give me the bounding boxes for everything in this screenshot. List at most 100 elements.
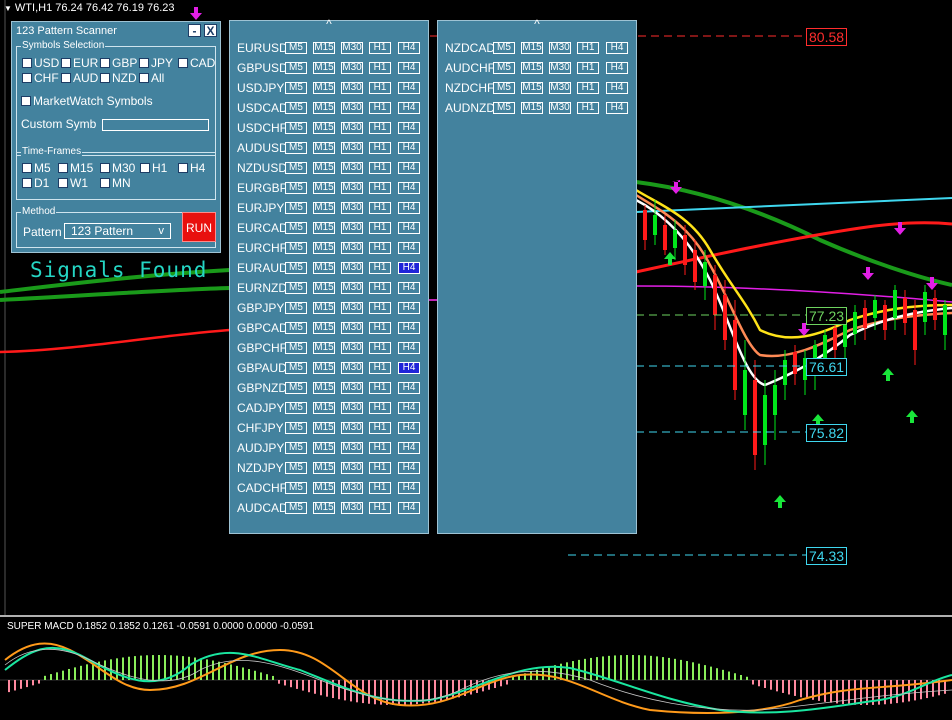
timeframe-button-m15[interactable]: M15 xyxy=(313,402,335,414)
timeframe-button-h1[interactable]: H1 xyxy=(369,422,391,434)
timeframe-button-h4[interactable]: H4 xyxy=(398,42,420,54)
symbol-name[interactable]: GBPUSD xyxy=(237,61,285,75)
symbol-name[interactable]: GBPCHF xyxy=(237,341,285,355)
close-button[interactable]: X xyxy=(204,24,217,38)
symbol-name[interactable]: NZDCAD xyxy=(445,41,493,55)
timeframe-button-m30[interactable]: M30 xyxy=(341,442,363,454)
timeframe-checkbox-w1[interactable] xyxy=(58,178,68,188)
timeframe-button-m15[interactable]: M15 xyxy=(313,262,335,274)
timeframe-button-m15[interactable]: M15 xyxy=(313,302,335,314)
symbol-name[interactable]: GBPCAD xyxy=(237,321,285,335)
symbol-name[interactable]: GBPAUD xyxy=(237,361,285,375)
marketwatch-checkbox[interactable] xyxy=(21,96,31,106)
timeframe-button-h4[interactable]: H4 xyxy=(398,142,420,154)
timeframe-button-m15[interactable]: M15 xyxy=(313,102,335,114)
timeframe-button-m30[interactable]: M30 xyxy=(341,222,363,234)
timeframe-button-m30[interactable]: M30 xyxy=(341,182,363,194)
timeframe-button-h1[interactable]: H1 xyxy=(369,382,391,394)
timeframe-button-h1[interactable]: H1 xyxy=(369,222,391,234)
symbol-name[interactable]: NZDCHF xyxy=(445,81,493,95)
timeframe-button-m30[interactable]: M30 xyxy=(341,242,363,254)
symbol-name[interactable]: EURCHF xyxy=(237,241,285,255)
timeframe-button-m5[interactable]: M5 xyxy=(285,82,307,94)
timeframe-button-h4[interactable]: H4 xyxy=(606,62,628,74)
timeframe-button-m30[interactable]: M30 xyxy=(341,142,363,154)
timeframe-button-m5[interactable]: M5 xyxy=(285,62,307,74)
symbol-name[interactable]: GBPJPY xyxy=(237,301,285,315)
symbol-checkbox-jpy[interactable] xyxy=(139,58,149,68)
timeframe-button-h1[interactable]: H1 xyxy=(369,402,391,414)
timeframe-button-h4[interactable]: H4 xyxy=(606,82,628,94)
timeframe-button-m30[interactable]: M30 xyxy=(341,322,363,334)
timeframe-button-m5[interactable]: M5 xyxy=(285,322,307,334)
timeframe-checkbox-m30[interactable] xyxy=(100,163,110,173)
timeframe-button-h1[interactable]: H1 xyxy=(577,82,599,94)
timeframe-button-h4[interactable]: H4 xyxy=(398,262,420,274)
symbol-checkbox-nzd[interactable] xyxy=(100,73,110,83)
timeframe-button-m15[interactable]: M15 xyxy=(313,362,335,374)
timeframe-button-h1[interactable]: H1 xyxy=(369,62,391,74)
timeframe-button-h4[interactable]: H4 xyxy=(398,202,420,214)
timeframe-button-m15[interactable]: M15 xyxy=(313,282,335,294)
timeframe-button-m5[interactable]: M5 xyxy=(285,262,307,274)
timeframe-button-h1[interactable]: H1 xyxy=(577,102,599,114)
timeframe-button-m15[interactable]: M15 xyxy=(313,182,335,194)
timeframe-button-h1[interactable]: H1 xyxy=(369,482,391,494)
timeframe-button-m5[interactable]: M5 xyxy=(285,362,307,374)
timeframe-button-h4[interactable]: H4 xyxy=(398,322,420,334)
timeframe-button-h1[interactable]: H1 xyxy=(369,462,391,474)
symbol-name[interactable]: EURJPY xyxy=(237,201,285,215)
timeframe-button-m15[interactable]: M15 xyxy=(313,482,335,494)
timeframe-button-m30[interactable]: M30 xyxy=(549,42,571,54)
symbol-name[interactable]: EURCAD xyxy=(237,221,285,235)
symbol-name[interactable]: AUDCHF xyxy=(445,61,493,75)
symbol-name[interactable]: USDJPY xyxy=(237,81,285,95)
timeframe-button-h1[interactable]: H1 xyxy=(369,262,391,274)
symbol-name[interactable]: NZDUSD xyxy=(237,161,285,175)
timeframe-button-h4[interactable]: H4 xyxy=(398,402,420,414)
timeframe-button-m15[interactable]: M15 xyxy=(313,142,335,154)
timeframe-button-m30[interactable]: M30 xyxy=(341,362,363,374)
timeframe-button-m5[interactable]: M5 xyxy=(285,102,307,114)
timeframe-button-h1[interactable]: H1 xyxy=(369,42,391,54)
symbol-name[interactable]: EURAUD xyxy=(237,261,285,275)
timeframe-button-h4[interactable]: H4 xyxy=(398,82,420,94)
timeframe-button-h4[interactable]: H4 xyxy=(398,122,420,134)
timeframe-button-h1[interactable]: H1 xyxy=(577,42,599,54)
timeframe-button-m30[interactable]: M30 xyxy=(341,342,363,354)
timeframe-checkbox-h4[interactable] xyxy=(178,163,188,173)
timeframe-button-m5[interactable]: M5 xyxy=(493,62,515,74)
timeframe-button-m30[interactable]: M30 xyxy=(341,502,363,514)
timeframe-button-m5[interactable]: M5 xyxy=(285,162,307,174)
timeframe-button-m5[interactable]: M5 xyxy=(285,462,307,474)
timeframe-button-h1[interactable]: H1 xyxy=(369,322,391,334)
timeframe-button-h4[interactable]: H4 xyxy=(398,242,420,254)
symbol-name[interactable]: EURUSD xyxy=(237,41,285,55)
timeframe-button-m5[interactable]: M5 xyxy=(285,402,307,414)
timeframe-button-m5[interactable]: M5 xyxy=(285,122,307,134)
symbol-checkbox-all[interactable] xyxy=(139,73,149,83)
timeframe-button-m30[interactable]: M30 xyxy=(341,302,363,314)
timeframe-button-m30[interactable]: M30 xyxy=(549,82,571,94)
timeframe-button-h4[interactable]: H4 xyxy=(398,302,420,314)
timeframe-button-h4[interactable]: H4 xyxy=(606,102,628,114)
symbol-name[interactable]: NZDJPY xyxy=(237,461,285,475)
timeframe-checkbox-mn[interactable] xyxy=(100,178,110,188)
symbol-checkbox-cad[interactable] xyxy=(178,58,188,68)
timeframe-button-m5[interactable]: M5 xyxy=(285,182,307,194)
timeframe-button-h1[interactable]: H1 xyxy=(369,502,391,514)
timeframe-button-m5[interactable]: M5 xyxy=(285,382,307,394)
timeframe-button-h1[interactable]: H1 xyxy=(369,282,391,294)
symbol-name[interactable]: EURGBP xyxy=(237,181,285,195)
timeframe-checkbox-d1[interactable] xyxy=(22,178,32,188)
timeframe-button-h1[interactable]: H1 xyxy=(369,442,391,454)
timeframe-button-m15[interactable]: M15 xyxy=(313,162,335,174)
minimize-button[interactable]: - xyxy=(188,24,201,38)
symbol-checkbox-usd[interactable] xyxy=(22,58,32,68)
timeframe-button-h4[interactable]: H4 xyxy=(398,162,420,174)
timeframe-button-m15[interactable]: M15 xyxy=(313,382,335,394)
symbol-checkbox-aud[interactable] xyxy=(61,73,71,83)
timeframe-button-m15[interactable]: M15 xyxy=(313,442,335,454)
timeframe-button-m5[interactable]: M5 xyxy=(285,242,307,254)
timeframe-button-m30[interactable]: M30 xyxy=(549,62,571,74)
